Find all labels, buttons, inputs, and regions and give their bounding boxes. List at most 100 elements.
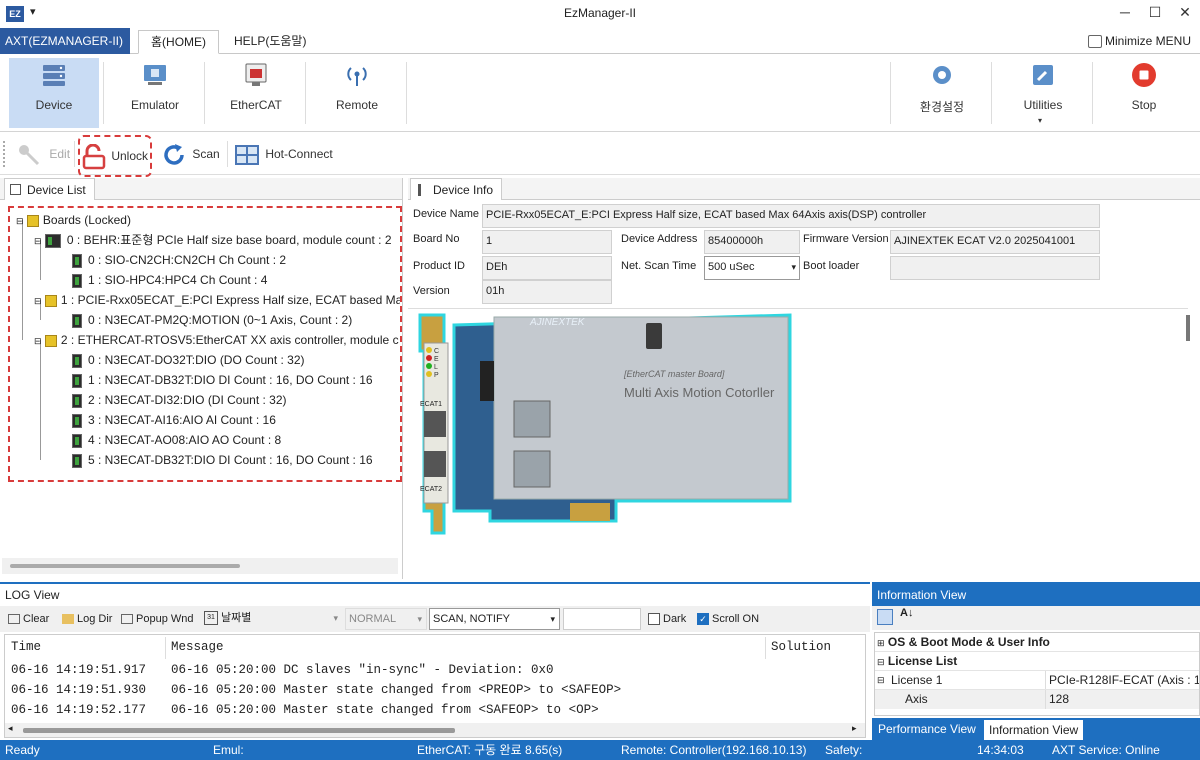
sort-alpha-icon[interactable]: A↓ — [900, 607, 913, 619]
tree-node-module[interactable]: 1 : N3ECAT-DB32T:DIO DI Count : 16, DO C… — [72, 370, 373, 390]
scroll-right-icon[interactable]: ▸ — [852, 723, 857, 734]
version-value: 01h — [482, 280, 612, 304]
tree-node-module[interactable]: 1 : SIO-HPC4:HPC4 Ch Count : 4 — [72, 270, 267, 290]
search-input[interactable] — [563, 608, 641, 630]
tab-information-view[interactable]: Information View — [984, 720, 1084, 740]
close-window-button[interactable]: ✕ — [1170, 4, 1200, 24]
device-address-value: 85400000h — [704, 230, 800, 254]
log-dir-button[interactable]: Log Dir — [62, 606, 112, 632]
filter-select[interactable]: SCAN, NOTIFY ▾ — [429, 608, 560, 630]
hot-connect-icon — [235, 144, 259, 165]
version-label: Version — [413, 285, 450, 297]
axis-row[interactable]: Axis 128 — [875, 690, 1199, 709]
module-icon — [72, 453, 82, 468]
license1-row[interactable]: ⊟ License 1 PCIe-R128IF-ECAT (Axis : 12 — [875, 671, 1199, 690]
ethercat-label: EtherCAT — [230, 98, 282, 112]
log-col-time[interactable]: Time — [11, 640, 41, 654]
minimize-menu-toggle[interactable]: Minimize MENU — [1088, 33, 1191, 49]
device-list-hscrollbar[interactable] — [2, 558, 398, 574]
tree-root-boards[interactable]: ⊟ Boards (Locked) — [16, 210, 131, 230]
settings-button[interactable]: 환경설정 — [897, 58, 987, 128]
categorized-icon[interactable] — [877, 609, 893, 625]
scroll-left-icon[interactable]: ◂ — [8, 723, 13, 734]
license-list-category[interactable]: ⊟ License List — [875, 652, 1199, 671]
tab-performance-view[interactable]: Performance View — [878, 722, 976, 736]
tree-node-board-0[interactable]: ⊟ 0 : BEHR:표준형 PCIe Half size base board… — [34, 230, 392, 250]
collapse-icon[interactable]: ⊟ — [16, 216, 24, 226]
popup-icon — [121, 614, 133, 625]
tree-node-module[interactable]: 0 : SIO-CN2CH:CN2CH Ch Count : 2 — [72, 250, 286, 270]
hot-connect-button[interactable]: Hot-Connect — [234, 137, 333, 171]
app-menu-tab[interactable]: AXT(EZMANAGER-II) — [0, 28, 130, 54]
tree-node-board-1[interactable]: ⊟ 1 : PCIE-Rxx05ECAT_E:PCI Express Half … — [34, 290, 400, 310]
collapse-icon[interactable]: ⊟ — [34, 336, 42, 346]
log-row[interactable]: 06-16 14:19:52.177 06-16 05:20:00 Master… — [5, 701, 865, 721]
tree-node-module[interactable]: 0 : N3ECAT-PM2Q:MOTION (0~1 Axis, Count … — [72, 310, 352, 330]
collapse-icon[interactable]: ⊟ — [34, 236, 42, 246]
log-row[interactable]: 06-16 14:19:51.917 06-16 05:20:00 DC sla… — [5, 661, 865, 681]
tree-node-module[interactable]: 4 : N3ECAT-AO08:AIO AO Count : 8 — [72, 430, 281, 450]
tree-node-label: 2 : N3ECAT-DI32:DIO (DI Count : 32) — [88, 393, 287, 407]
device-list-tab[interactable]: Device List — [4, 178, 95, 200]
dark-checkbox[interactable]: Dark — [648, 606, 686, 632]
log-row[interactable]: 06-16 14:19:51.930 06-16 05:20:00 Master… — [5, 681, 865, 701]
settings-label: 환경설정 — [919, 100, 965, 114]
collapse-icon[interactable]: ⊟ — [877, 671, 885, 689]
edit-button[interactable]: Edit — [16, 137, 70, 171]
date-select-label: 날짜별 — [221, 612, 252, 624]
tab-help[interactable]: HELP(도움말) — [222, 30, 318, 54]
dark-checkbox-box[interactable] — [648, 613, 660, 626]
emulator-button[interactable]: Emulator — [110, 58, 200, 128]
device-button[interactable]: Device — [9, 58, 99, 128]
collapse-icon[interactable]: ⊟ — [877, 657, 885, 667]
tree-node-label: 0 : SIO-CN2CH:CN2CH Ch Count : 2 — [88, 253, 287, 267]
minimize-window-button[interactable]: ─ — [1110, 4, 1140, 24]
expand-icon[interactable]: ⊞ — [877, 638, 885, 648]
tree-node-module[interactable]: 3 : N3ECAT-AI16:AIO AI Count : 16 — [72, 410, 276, 430]
scroll-on-checkbox-box[interactable]: ✓ — [697, 613, 709, 626]
device-tree[interactable]: ⊟ Boards (Locked) ⊟ 0 : BEHR:표준형 PCIe Ha… — [8, 206, 402, 482]
tree-node-module[interactable]: 0 : N3ECAT-DO32T:DIO (DO Count : 32) — [72, 350, 305, 370]
clear-label: Clear — [23, 613, 50, 625]
tree-node-board-2[interactable]: ⊟ 2 : ETHERCAT-RTOSV5:EtherCAT XX axis c… — [34, 330, 399, 350]
log-message: 06-16 05:20:00 Master state changed from… — [171, 703, 599, 717]
scan-button[interactable]: Scan — [161, 137, 220, 171]
popup-wnd-button[interactable]: Popup Wnd — [121, 606, 193, 632]
scroll-on-checkbox[interactable]: ✓ Scroll ON — [697, 606, 759, 632]
log-col-solution[interactable]: Solution — [771, 640, 831, 654]
log-hscrollbar[interactable]: ◂ ▸ — [5, 723, 865, 737]
emulator-label: Emulator — [130, 98, 180, 112]
clear-button[interactable]: Clear — [8, 606, 49, 632]
device-info-vscrollbar[interactable] — [1186, 315, 1190, 341]
module-icon — [72, 433, 82, 448]
chevron-down-icon: ▾ — [417, 614, 422, 624]
collapse-icon[interactable]: ⊟ — [34, 296, 42, 306]
tree-node-module[interactable]: 5 : N3ECAT-DB32T:DIO DI Count : 16, DO C… — [72, 450, 373, 470]
dark-label: Dark — [663, 613, 687, 625]
chevron-down-icon: ▾ — [333, 613, 338, 623]
log-col-message[interactable]: Message — [171, 640, 224, 654]
os-boot-category[interactable]: ⊞ OS & Boot Mode & User Info — [875, 633, 1199, 652]
stop-icon — [1132, 63, 1156, 87]
date-select[interactable]: 31 날짜별 ▾ — [204, 608, 342, 630]
boot-loader-value — [890, 256, 1100, 280]
level-select[interactable]: NORMAL ▾ — [345, 608, 427, 630]
device-list-title: Device List — [27, 183, 86, 197]
utilities-dropdown-icon: ▾ — [1038, 116, 1043, 125]
remote-button[interactable]: Remote — [312, 58, 402, 128]
scan-time-select[interactable]: 500 uSec ▾ — [704, 256, 800, 280]
device-info-tab[interactable]: Device Info — [410, 178, 503, 200]
unlock-button[interactable]: Unlock — [78, 135, 152, 177]
utilities-button[interactable]: Utilities ▾ — [998, 58, 1088, 128]
board-brand-label: AJINEXTEK — [530, 317, 585, 328]
tree-node-module[interactable]: 2 : N3ECAT-DI32:DIO (DI Count : 32) — [72, 390, 287, 410]
stop-button[interactable]: Stop — [1099, 58, 1189, 128]
tree-node-label: 0 : N3ECAT-DO32T:DIO (DO Count : 32) — [88, 353, 305, 367]
ethercat-button[interactable]: EtherCAT — [211, 58, 301, 128]
server-icon — [43, 65, 65, 86]
ribbon-divider — [204, 62, 205, 124]
device-info-header: Device Info — [408, 178, 1200, 200]
maximize-window-button[interactable]: ☐ — [1140, 4, 1170, 24]
log-header: LOG View — [0, 584, 870, 606]
tab-home[interactable]: 홈(HOME) — [138, 30, 220, 54]
